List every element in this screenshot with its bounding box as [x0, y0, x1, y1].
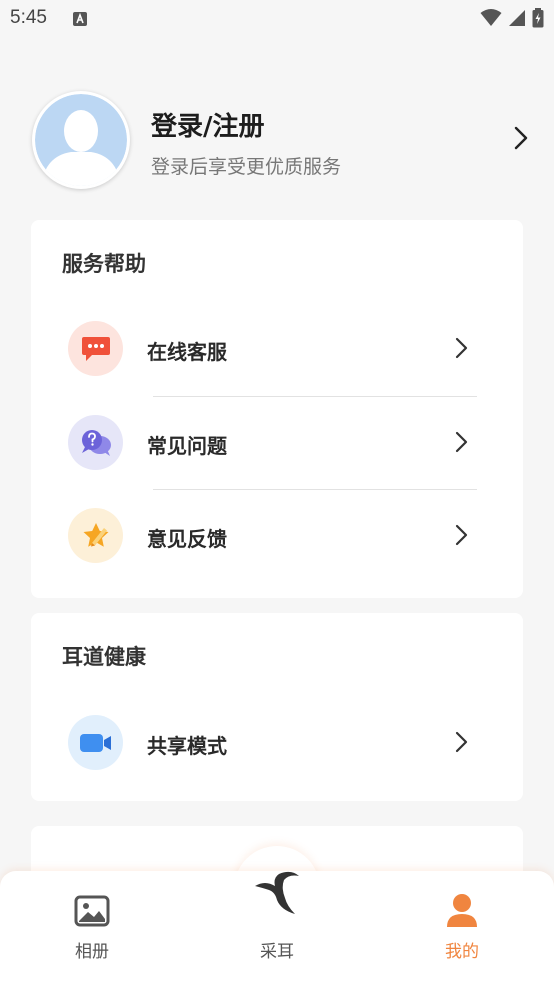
- video-camera-icon: [68, 715, 123, 770]
- notification-a-icon: [73, 12, 87, 26]
- wifi-icon: [480, 9, 502, 26]
- photo-album-icon: [74, 895, 110, 927]
- row-share-mode[interactable]: 共享模式: [31, 696, 523, 789]
- tab-label: 我的: [445, 942, 479, 962]
- chevron-right-icon: [455, 431, 468, 453]
- chat-bubble-icon: [68, 321, 123, 376]
- row-label: 常见问题: [147, 434, 227, 458]
- signal-icon: [509, 10, 525, 26]
- status-bar: 5:45: [0, 0, 554, 40]
- tab-album[interactable]: 相册: [27, 871, 157, 985]
- row-label: 在线客服: [147, 340, 227, 364]
- chevron-right-icon: [455, 524, 468, 546]
- battery-icon: [532, 8, 544, 28]
- row-label: 意见反馈: [147, 527, 227, 551]
- chevron-right-icon[interactable]: [514, 126, 528, 150]
- login-title[interactable]: 登录/注册: [151, 106, 265, 143]
- avatar[interactable]: [32, 91, 130, 189]
- service-help-title: 服务帮助: [62, 252, 146, 276]
- tab-label: 采耳: [260, 942, 294, 962]
- service-help-card: 服务帮助 在线客服 常见问题 意见反馈: [31, 220, 523, 598]
- chevron-right-icon: [455, 337, 468, 359]
- star-pencil-icon: [68, 508, 123, 563]
- question-bubble-icon: [68, 415, 123, 470]
- default-avatar-icon: [35, 94, 127, 186]
- bird-logo-icon: [255, 871, 299, 914]
- status-time: 5:45: [10, 7, 47, 28]
- bottom-tabbar: 相册 采耳 我的: [0, 871, 554, 985]
- tab-label: 相册: [75, 942, 109, 962]
- status-icons: [480, 8, 544, 28]
- chevron-right-icon: [455, 731, 468, 753]
- row-faq[interactable]: 常见问题: [31, 396, 523, 489]
- ear-health-card: 耳道健康 共享模式: [31, 613, 523, 801]
- login-subtitle: 登录后享受更优质服务: [151, 156, 342, 178]
- row-online-service[interactable]: 在线客服: [31, 302, 523, 395]
- profile-header[interactable]: 登录/注册 登录后享受更优质服务: [0, 88, 554, 192]
- tab-mine[interactable]: 我的: [397, 871, 527, 985]
- row-label: 共享模式: [147, 734, 227, 758]
- tab-ear-cleaning[interactable]: 采耳: [212, 871, 342, 985]
- row-feedback[interactable]: 意见反馈: [31, 489, 523, 582]
- ear-health-title: 耳道健康: [62, 645, 146, 669]
- person-icon: [447, 894, 477, 927]
